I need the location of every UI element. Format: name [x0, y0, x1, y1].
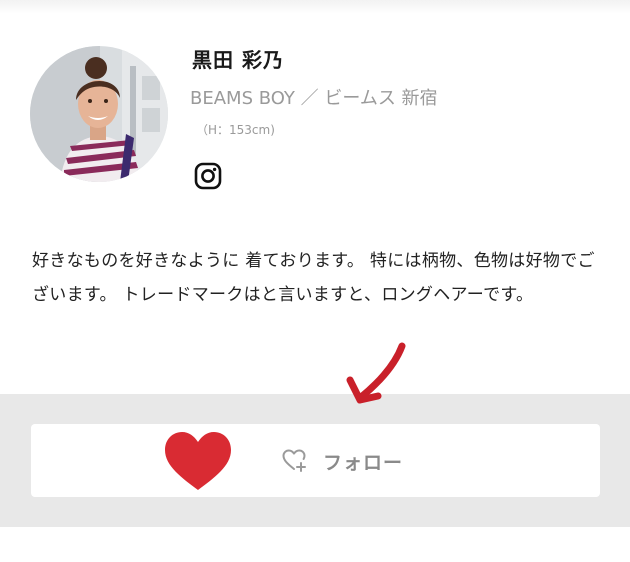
profile-bio: 好きなものを好きなように 着ております。 特には柄物、色物は好物でございます。 … — [32, 251, 595, 305]
profile-shop: BEAMS BOY ／ ビームス 新宿 — [190, 88, 438, 109]
instagram-icon[interactable] — [194, 162, 222, 190]
profile-name: 黒田 彩乃 — [192, 48, 284, 72]
top-divider-shade — [0, 0, 630, 14]
profile-height: （H：153cm) — [196, 123, 275, 137]
red-heart-annotation — [162, 430, 234, 492]
profile-page: 黒田 彩乃 BEAMS BOY ／ ビームス 新宿 （H：153cm) 好きなも… — [0, 0, 630, 562]
red-arrow-annotation — [338, 340, 414, 410]
follow-label: フォロー — [323, 452, 404, 474]
heart-plus-icon — [281, 447, 307, 473]
avatar-photo — [30, 46, 168, 182]
avatar — [30, 46, 168, 182]
follow-button[interactable]: フォロー — [31, 424, 600, 497]
